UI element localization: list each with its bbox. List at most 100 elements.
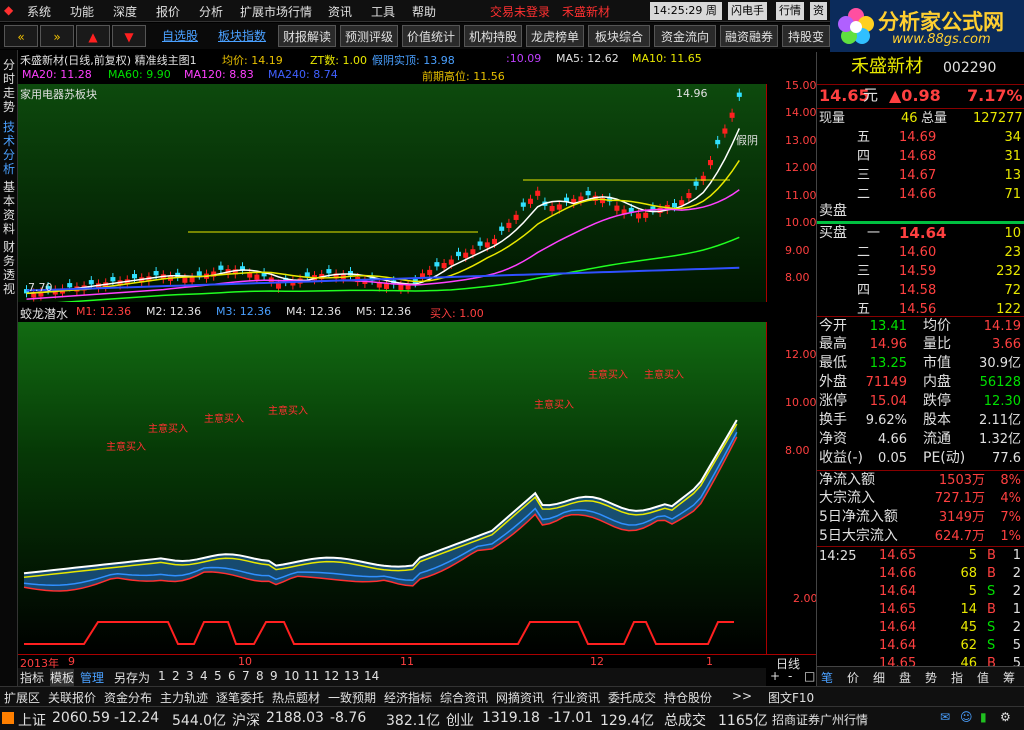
tab-detail[interactable]: 细 [873,669,885,686]
settings-icon[interactable]: ⚙ [1000,710,1011,724]
financial-report-button[interactable]: 财报解读 [278,25,336,47]
tab-index[interactable]: 指 [951,669,963,686]
menu-quote[interactable]: 报价 [156,3,180,20]
mail-icon[interactable]: ✉ [940,710,950,724]
tab-num[interactable]: 3 [186,669,194,683]
app-icon[interactable]: ◆ [4,3,13,17]
tab-num[interactable]: 12 [324,669,339,683]
ext-tab[interactable]: 热点题材 [272,689,320,706]
ext-tab[interactable]: 一致预期 [328,689,376,706]
f10-button[interactable]: 图文F10 [768,689,814,706]
x-axis: 2013年 9 10 11 12 1 日线 [18,654,816,671]
ext-tab[interactable]: 网摘资讯 [496,689,544,706]
tab-intraday[interactable]: 分时走势 [1,58,17,114]
ext-tab[interactable]: 主力轨迹 [160,689,208,706]
institution-holding-button[interactable]: 机构持股 [464,25,522,47]
ext-tab[interactable]: 委托成交 [608,689,656,706]
m1-label: M1: 12.36 [76,305,132,318]
forecast-rating-button[interactable]: 预测评级 [340,25,398,47]
tab-num[interactable]: 7 [242,669,250,683]
zoom-in-button[interactable]: + [770,669,780,683]
up-arrow-icon[interactable]: ▲ [76,25,110,47]
zoom-out-button[interactable]: - [788,669,792,683]
tab-template[interactable]: 模板 [50,669,75,686]
user-icon[interactable]: ☺ [960,710,973,724]
more-button[interactable]: >> [732,689,752,703]
main-chart[interactable]: 家用电器苏板块 7.70 14.96 假阴 [18,84,766,306]
stock-name: 禾盛新材 [851,56,923,77]
sell-level-row[interactable]: 五 14.69 34 [817,128,1024,147]
ext-tab[interactable]: 行业资讯 [552,689,600,706]
menu-depth[interactable]: 深度 [113,3,137,20]
tab-trend[interactable]: 势 [925,669,937,686]
tab-price[interactable]: 价 [847,669,859,686]
menu-news[interactable]: 资讯 [328,3,352,20]
value-stats-button[interactable]: 价值统计 [402,25,460,47]
sector-summary-button[interactable]: 板块综合 [588,25,650,47]
buy-level-row[interactable]: 三 14.59 232 [817,262,1024,281]
tab-num[interactable]: 1 [158,669,166,683]
flash-trade-button[interactable]: 闪电手 [728,2,767,20]
ext-tab[interactable]: 逐笔委托 [216,689,264,706]
buy-level-row[interactable]: 二 14.60 23 [817,243,1024,262]
menu-system[interactable]: 系统 [27,3,51,20]
tab-ticks[interactable]: 笔 [821,669,833,686]
tab-num[interactable]: 14 [364,669,379,683]
level-volume: 13 [1004,168,1021,183]
trade-login-status[interactable]: 交易未登录 [490,3,550,20]
sell-level-row[interactable]: 三 14.67 13 [817,166,1024,185]
tab-num[interactable]: 11 [304,669,319,683]
tab-indicator[interactable]: 指标 [20,669,44,686]
tab-book[interactable]: 盘 [899,669,911,686]
y-tick: 8.00 [785,271,810,284]
tab-chips[interactable]: 筹 [1003,669,1015,686]
tab-num[interactable]: 6 [228,669,236,683]
tab-num[interactable]: 13 [344,669,359,683]
menu-help[interactable]: 帮助 [412,3,436,20]
watchlist-link[interactable]: 自选股 [158,25,202,47]
quote-button[interactable]: 行情 [776,2,804,20]
dragon-tiger-button[interactable]: 龙虎榜单 [526,25,584,47]
y-tick: 13.00 [785,134,817,147]
tab-num[interactable]: 5 [214,669,222,683]
menu-tools[interactable]: 工具 [371,3,395,20]
buy-level-row[interactable]: 四 14.58 72 [817,281,1024,300]
ext-tab[interactable]: 关联报价 [48,689,96,706]
capital-flow-button[interactable]: 资金流向 [654,25,716,47]
menu-function[interactable]: 功能 [70,3,94,20]
menu-ext-market[interactable]: 扩展市场行情 [240,3,312,20]
sub-chart[interactable]: 主意买入 主意买入 主意买入 主意买入 主意买入 主意买入 主意买入 [18,322,766,654]
tab-num[interactable]: 9 [270,669,278,683]
sector-index-link[interactable]: 板块指数 [214,25,270,47]
tick-count: 1 [1012,602,1021,617]
forward-double-icon[interactable]: » [40,25,74,47]
tab-num[interactable]: 10 [284,669,299,683]
buy-level-row[interactable]: 一 14.64 10 [817,224,1024,243]
ext-tab[interactable]: 经济指标 [384,689,432,706]
down-arrow-icon[interactable]: ▼ [112,25,146,47]
back-double-icon[interactable]: « [4,25,38,47]
ext-tab[interactable]: 资金分布 [104,689,152,706]
prior-high-label: 前期高位: 11.56 [422,70,505,83]
flow-label: 净流入额 [819,472,875,488]
ext-tab[interactable]: 持仓股份 [664,689,712,706]
tab-value[interactable]: 值 [977,669,989,686]
flow-value: 624.7万 [934,529,985,544]
tab-technical[interactable]: 技术分析 [1,120,17,176]
tab-manage[interactable]: 管理 [80,669,104,686]
stat-row: 最低 13.25 市值 30.9亿 [817,354,1024,373]
ext-tab[interactable]: 综合资讯 [440,689,488,706]
tab-num[interactable]: 4 [200,669,208,683]
tab-save-as[interactable]: 另存为 [114,669,150,686]
tab-num[interactable]: 8 [256,669,264,683]
tab-num[interactable]: 2 [172,669,180,683]
tab-financials[interactable]: 财务透视 [1,240,17,296]
sell-level-row[interactable]: 四 14.68 31 [817,147,1024,166]
margin-trading-button[interactable]: 融资融券 [720,25,778,47]
restore-button[interactable]: □ [804,669,815,683]
menu-analysis[interactable]: 分析 [199,3,223,20]
holding-change-button[interactable]: 持股变 [782,25,830,47]
news-button[interactable]: 资 [810,2,827,20]
tab-fundamentals[interactable]: 基本资料 [1,180,17,236]
ext-tab[interactable]: 扩展区 [4,689,40,706]
